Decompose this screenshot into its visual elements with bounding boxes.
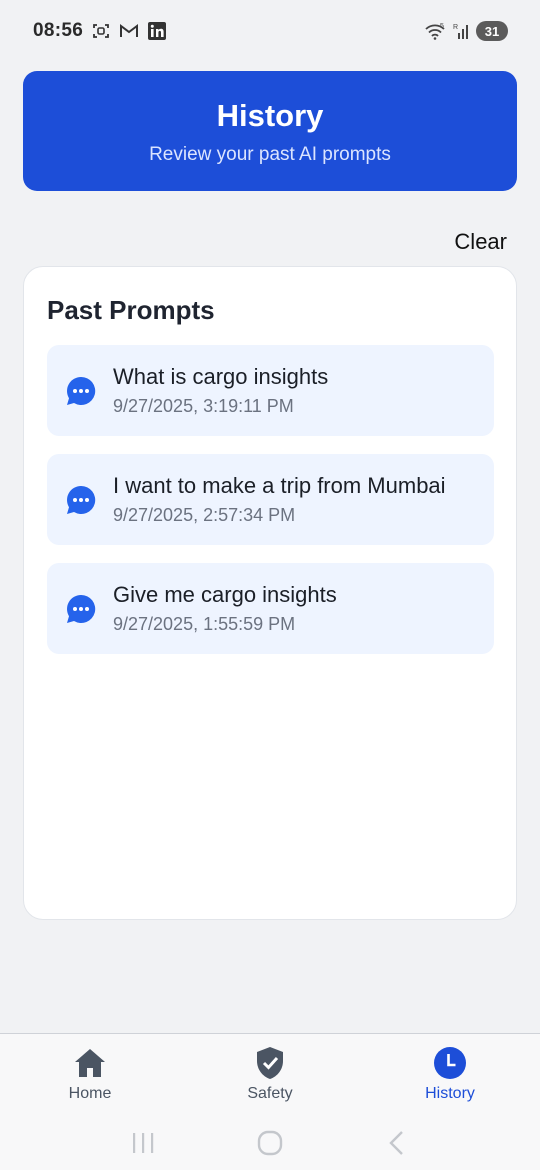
page-subtitle: Review your past AI prompts (149, 144, 391, 165)
shield-check-icon (253, 1046, 287, 1080)
linkedin-icon (148, 22, 167, 40)
home-system-button[interactable] (250, 1123, 290, 1163)
list-item[interactable]: I want to make a trip from Mumbai 9/27/2… (47, 454, 494, 545)
clock-icon (433, 1046, 467, 1080)
list-item[interactable]: Give me cargo insights 9/27/2025, 1:55:5… (47, 563, 494, 654)
prompt-timestamp: 9/27/2025, 2:57:34 PM (113, 505, 296, 525)
home-icon (73, 1046, 107, 1080)
nav-item-history[interactable]: History (360, 1034, 540, 1115)
panel-title: Past Prompts (47, 295, 215, 325)
prompt-timestamp: 9/27/2025, 1:55:59 PM (113, 614, 296, 634)
bottom-nav: Home Safety History (0, 1033, 540, 1115)
signal-icon: R (452, 22, 470, 40)
recent-apps-button[interactable] (123, 1123, 163, 1163)
chat-bubble-icon (67, 376, 96, 405)
clear-button[interactable]: Clear (454, 229, 507, 255)
recent-apps-icon (133, 1132, 154, 1153)
prompt-text: I want to make a trip from Mumbai 9/27/2… (113, 473, 494, 526)
page-title: History (216, 98, 324, 133)
prompt-timestamp: 9/27/2025, 3:19:11 PM (113, 396, 294, 416)
wifi-icon: 5 (424, 22, 446, 40)
header-card: History Review your past AI prompts (23, 71, 517, 191)
status-right: 5 R 31 (424, 21, 508, 41)
battery-indicator: 31 (476, 21, 508, 41)
status-bar: 08:56 5 R 31 (0, 0, 540, 62)
svg-text:5: 5 (440, 23, 444, 30)
nav-label: Safety (247, 1085, 293, 1102)
nav-item-home[interactable]: Home (0, 1034, 180, 1115)
nav-label: Home (68, 1085, 112, 1102)
status-time: 08:56 (33, 20, 84, 41)
prompt-list: What is cargo insights 9/27/2025, 3:19:1… (47, 345, 494, 672)
list-item[interactable]: What is cargo insights 9/27/2025, 3:19:1… (47, 345, 494, 436)
screenshot-icon (92, 22, 110, 40)
back-chevron-icon (388, 1130, 403, 1155)
chat-bubble-icon (67, 594, 96, 623)
nav-item-safety[interactable]: Safety (180, 1034, 360, 1115)
nav-label: History (425, 1085, 475, 1102)
past-prompts-panel: Past Prompts What is cargo insights 9/27… (23, 266, 517, 920)
home-circle-icon (257, 1130, 283, 1155)
system-nav-bar (0, 1115, 540, 1170)
prompt-title: Give me cargo insights (113, 582, 337, 607)
back-button[interactable] (377, 1123, 417, 1163)
prompt-title: I want to make a trip from Mumbai (113, 473, 446, 498)
svg-text:R: R (453, 24, 458, 31)
prompt-text: Give me cargo insights 9/27/2025, 1:55:5… (113, 582, 494, 635)
prompt-title: What is cargo insights (113, 364, 329, 389)
chat-bubble-icon (67, 485, 96, 514)
gmail-icon (119, 23, 139, 39)
status-left: 08:56 (33, 20, 167, 42)
prompt-text: What is cargo insights 9/27/2025, 3:19:1… (113, 364, 494, 417)
